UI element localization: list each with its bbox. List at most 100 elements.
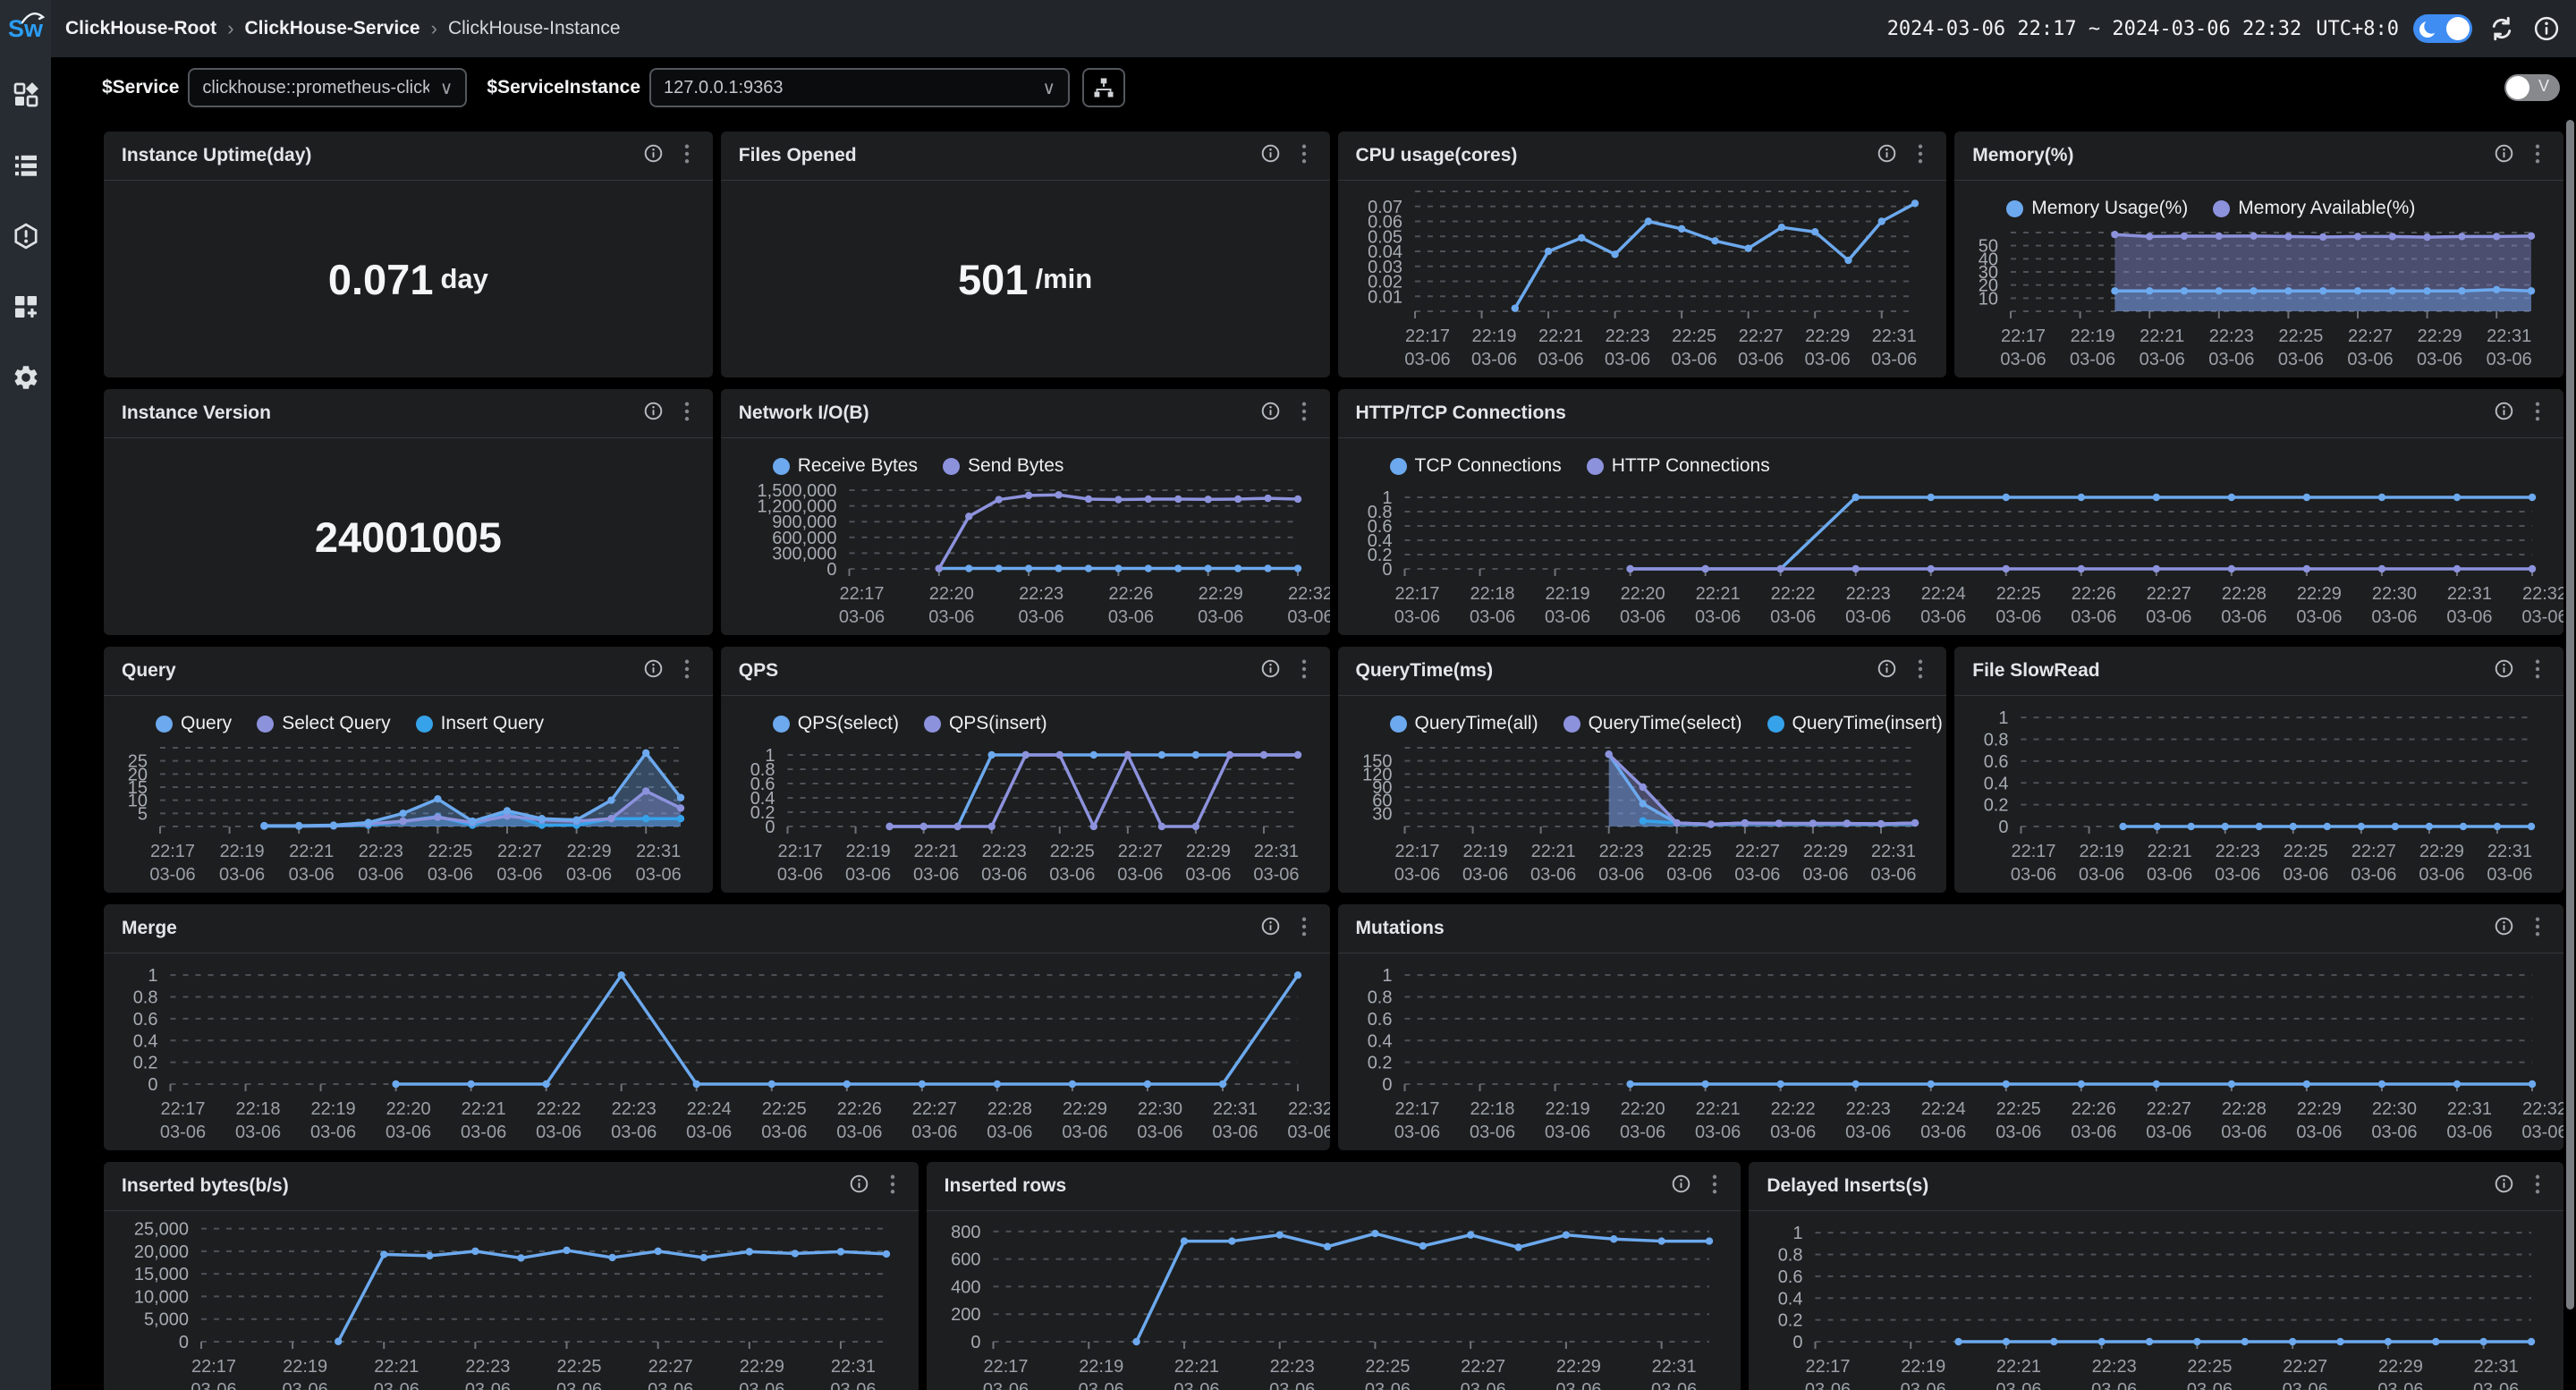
svg-text:22:23: 22:23	[981, 842, 1026, 861]
card-menu-icon[interactable]	[1705, 1173, 1724, 1200]
svg-text:03-06: 03-06	[983, 1380, 1029, 1390]
card-menu-icon[interactable]	[1294, 657, 1314, 685]
card-info-icon[interactable]	[2494, 401, 2514, 426]
list-icon[interactable]	[12, 151, 40, 180]
chart-area: 0 0.2 0.4 0.6 0.8 1 22:17 03-06 22:19 03-06 22:21 0…	[721, 737, 1330, 893]
card-info-icon[interactable]	[1260, 401, 1281, 426]
topology-button[interactable]	[1082, 68, 1126, 107]
card-info-icon[interactable]	[643, 401, 664, 426]
card-menu-icon[interactable]	[2528, 657, 2547, 685]
legend-item[interactable]: Query	[156, 713, 232, 734]
card-menu-icon[interactable]	[677, 657, 697, 685]
card-info-icon[interactable]	[2494, 143, 2514, 168]
card-header: Query	[104, 647, 713, 696]
card-menu-icon[interactable]	[1294, 915, 1314, 943]
card-info-icon[interactable]	[1260, 916, 1281, 941]
svg-text:03-06: 03-06	[461, 1123, 506, 1142]
svg-text:03-06: 03-06	[2140, 350, 2185, 369]
card-info-icon[interactable]	[643, 658, 664, 683]
legend-item[interactable]: QueryTime(insert)	[1767, 713, 1943, 734]
breadcrumb-separator: ›	[430, 17, 437, 39]
svg-text:22:18: 22:18	[1470, 584, 1514, 604]
svg-text:22:17: 22:17	[150, 842, 195, 861]
svg-text:15,000: 15,000	[134, 1265, 189, 1284]
card-info-icon[interactable]	[2494, 658, 2514, 683]
legend-item[interactable]: HTTP Connections	[1586, 455, 1770, 477]
legend-item[interactable]: QueryTime(all)	[1389, 713, 1538, 734]
svg-text:03-06: 03-06	[2417, 350, 2462, 369]
legend-item[interactable]: Select Query	[257, 713, 391, 734]
card-menu-icon[interactable]	[2528, 400, 2547, 428]
app-logo[interactable]: Sw	[0, 0, 51, 57]
breadcrumb-service[interactable]: ClickHouse-Service	[245, 18, 420, 39]
breadcrumb-root[interactable]: ClickHouse-Root	[65, 18, 216, 39]
refresh-button[interactable]	[2487, 13, 2517, 44]
vertical-scrollbar-thumb[interactable]	[2566, 120, 2574, 1309]
card-info-icon[interactable]	[643, 143, 664, 168]
svg-text:22:23: 22:23	[1269, 1357, 1314, 1377]
service-instance-select[interactable]: 127.0.0.1:9363 ∨	[649, 68, 1071, 107]
card-info-icon[interactable]	[2494, 916, 2514, 941]
card-menu-icon[interactable]	[2528, 142, 2547, 170]
svg-text:22:29: 22:29	[2378, 1357, 2423, 1377]
breadcrumb-instance[interactable]: ClickHouse-Instance	[448, 18, 621, 39]
card-info-icon[interactable]	[1260, 143, 1281, 168]
svg-text:22:21: 22:21	[913, 842, 958, 861]
chart-legend: QPS(select) QPS(insert)	[721, 696, 1330, 737]
svg-text:22:25: 22:25	[557, 1357, 602, 1377]
svg-text:03-06: 03-06	[987, 1123, 1032, 1142]
metric-card: File SlowRead 0 0.2 0.4 0.6 0.8 1 22:17 03-06 22:…	[1954, 647, 2563, 893]
alert-icon[interactable]	[12, 222, 40, 250]
svg-text:22:17: 22:17	[160, 1099, 205, 1119]
card-menu-icon[interactable]	[1294, 400, 1314, 428]
svg-text:0.8: 0.8	[133, 988, 158, 1008]
legend-item[interactable]: TCP Connections	[1389, 455, 1562, 477]
legend-item[interactable]: Memory Available(%)	[2213, 198, 2415, 219]
legend-item[interactable]: Insert Query	[415, 713, 544, 734]
card-menu-icon[interactable]	[677, 400, 697, 428]
card-info-icon[interactable]	[2494, 1174, 2514, 1199]
svg-text:03-06: 03-06	[1404, 350, 1450, 369]
svg-text:03-06: 03-06	[2473, 1380, 2519, 1390]
info-button[interactable]	[2531, 13, 2562, 44]
svg-text:22:27: 22:27	[1461, 1357, 1505, 1377]
card-body: Query Select Query Insert Query 5 10 15 20 25 22…	[104, 696, 713, 893]
legend-item[interactable]: QPS(insert)	[923, 713, 1047, 734]
svg-text:22:19: 22:19	[1545, 1099, 1589, 1119]
card-menu-icon[interactable]	[2528, 915, 2547, 943]
legend-item[interactable]: QueryTime(select)	[1563, 713, 1742, 734]
legend-item[interactable]: Receive Bytes	[772, 455, 918, 477]
card-menu-icon[interactable]	[883, 1173, 902, 1200]
svg-text:22:29: 22:29	[2296, 584, 2341, 604]
legend-label: Receive Bytes	[797, 455, 918, 476]
legend-item[interactable]: Memory Usage(%)	[2006, 198, 2188, 219]
card-info-icon[interactable]	[1877, 143, 1897, 168]
service-select[interactable]: clickhouse::prometheus-clickho ∨	[188, 68, 468, 107]
card-info-icon[interactable]	[1671, 1174, 1691, 1199]
card-menu-icon[interactable]	[2528, 1173, 2547, 1200]
card-info-icon[interactable]	[1260, 658, 1281, 683]
dark-mode-toggle[interactable]	[2413, 14, 2472, 43]
card-menu-icon[interactable]	[677, 142, 697, 170]
breadcrumb: ClickHouse-Root › ClickHouse-Service › C…	[65, 17, 621, 40]
time-range-picker[interactable]: 2024-03-06 22:17 ~ 2024-03-06 22:32	[1887, 18, 2302, 40]
chart-legend: Memory Usage(%) Memory Available(%)	[1954, 181, 2563, 222]
version-toggle[interactable]: V	[2504, 74, 2560, 101]
legend-item[interactable]: Send Bytes	[942, 455, 1063, 477]
svg-text:03-06: 03-06	[1530, 865, 1576, 885]
legend-item[interactable]: QPS(select)	[772, 713, 899, 734]
card-info-icon[interactable]	[849, 1174, 869, 1199]
widgets-icon[interactable]	[12, 292, 40, 321]
card-menu-icon[interactable]	[1294, 142, 1314, 170]
svg-text:22:31: 22:31	[2487, 326, 2531, 346]
card-menu-icon[interactable]	[1911, 142, 1930, 170]
card-info-icon[interactable]	[1877, 658, 1897, 683]
card-menu-icon[interactable]	[1911, 657, 1930, 685]
svg-text:22:25: 22:25	[1049, 842, 1094, 861]
svg-text:03-06: 03-06	[235, 1123, 281, 1142]
settings-icon[interactable]	[12, 363, 40, 392]
dashboard-icon[interactable]	[12, 81, 40, 109]
svg-text:0: 0	[970, 1333, 980, 1352]
svg-text:03-06: 03-06	[1671, 350, 1716, 369]
svg-text:03-06: 03-06	[2296, 1123, 2342, 1142]
